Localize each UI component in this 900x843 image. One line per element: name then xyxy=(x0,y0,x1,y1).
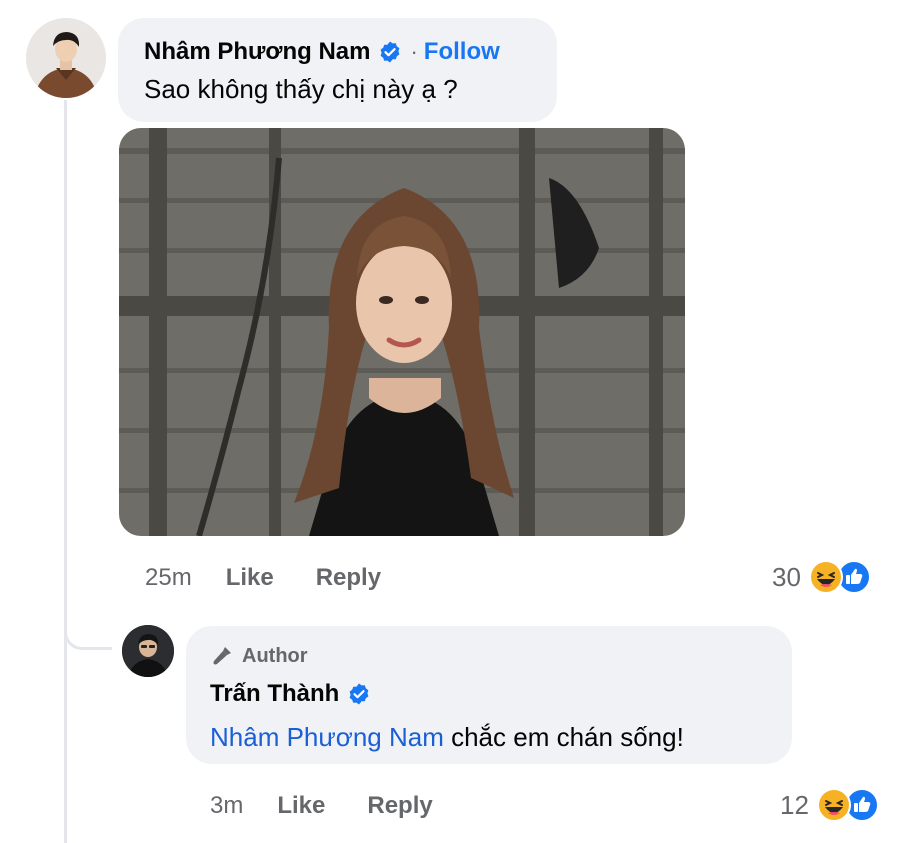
reaction-summary[interactable]: 30 xyxy=(772,560,877,594)
reply-text: Nhâm Phương Nam chắc em chán sống! xyxy=(210,722,792,753)
verified-badge-icon xyxy=(381,41,400,63)
comment-timestamp[interactable]: 25m xyxy=(145,564,192,592)
author-badge-label: Author xyxy=(242,644,308,667)
comment-photo[interactable] xyxy=(119,128,685,536)
avatar[interactable] xyxy=(26,18,106,98)
haha-icon xyxy=(808,560,843,594)
reaction-summary[interactable]: 12 xyxy=(780,788,885,822)
reaction-count: 12 xyxy=(780,789,809,820)
verified-badge-icon xyxy=(349,683,369,705)
microphone-icon xyxy=(213,647,231,665)
reaction-count: 30 xyxy=(772,561,801,592)
haha-icon xyxy=(816,788,851,822)
reply-button[interactable]: Reply xyxy=(367,792,432,820)
like-button[interactable]: Like xyxy=(226,564,274,592)
comment-bubble: Nhâm Phương Nam · Follow Sao không thấy … xyxy=(118,18,557,122)
reply-author-name[interactable]: Trấn Thành xyxy=(210,680,339,708)
reply-actions: 3m Like Reply xyxy=(210,792,433,820)
reply-bubble: Author Trấn Thành Nhâm Phương Nam chắc e… xyxy=(186,626,792,764)
separator-dot: · xyxy=(410,39,418,64)
comment-text: Sao không thấy chị này ạ ? xyxy=(144,74,458,104)
thread-line xyxy=(64,100,67,843)
like-button[interactable]: Like xyxy=(277,792,325,820)
reply-text-body: chắc em chán sống! xyxy=(443,722,684,752)
comment-author-name[interactable]: Nhâm Phương Nam xyxy=(144,38,370,66)
reply-timestamp[interactable]: 3m xyxy=(210,792,243,820)
reply-button[interactable]: Reply xyxy=(316,564,381,592)
thread-connector xyxy=(64,600,112,650)
avatar[interactable] xyxy=(122,625,174,677)
mention-link[interactable]: Nhâm Phương Nam xyxy=(210,722,444,752)
comment-actions: 25m Like Reply xyxy=(145,564,381,592)
author-badge: Author xyxy=(210,644,792,668)
follow-button[interactable]: Follow xyxy=(424,38,500,66)
